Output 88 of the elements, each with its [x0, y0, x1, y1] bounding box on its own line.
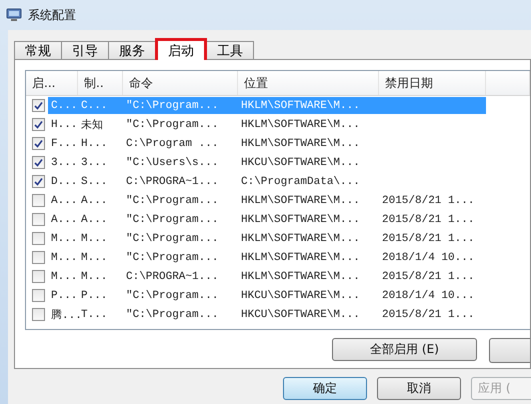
table-cell-text: "C:\Users\s...: [125, 156, 220, 170]
table-cell-text: HKLM\SOFTWARE\M...: [240, 118, 361, 132]
table-cell-text: HKLM\SOFTWARE\M...: [240, 212, 361, 228]
table-cell-text: 2015/8/21 1...: [381, 308, 476, 322]
tab[interactable]: 工具: [206, 41, 254, 60]
tab[interactable]: 常规: [14, 41, 62, 60]
table-cell-text: M...: [50, 232, 78, 246]
table-cell-text: HKCU\SOFTWARE\M...: [240, 156, 361, 170]
table-cell-text: M...: [80, 232, 108, 246]
table-cell-text: "C:\Program...: [125, 194, 220, 208]
checkbox[interactable]: [32, 232, 45, 245]
table-cell-text: "C:\Program...: [125, 250, 220, 266]
table-cell-text: M...: [80, 270, 108, 284]
checkbox[interactable]: [32, 118, 45, 131]
table-cell-text: 2015/8/21 1...: [381, 232, 476, 246]
checkbox[interactable]: [32, 270, 45, 283]
table-cell-text: A...: [80, 212, 108, 228]
table-cell-text: 2018/1/4 10...: [381, 250, 476, 266]
checkbox[interactable]: [32, 175, 45, 188]
column-header[interactable]: 制..: [78, 71, 123, 95]
checkmark-icon: [34, 101, 43, 110]
checkmark-icon: [34, 120, 43, 129]
table-cell: HKLM\SOFTWARE\M...: [238, 97, 379, 114]
table-cell-text: P...: [80, 288, 108, 304]
tab[interactable]: 服务: [108, 41, 156, 60]
table-cell-text: 腾...: [50, 308, 78, 323]
table-cell-text: A...: [50, 194, 78, 208]
table-cell-text: HKLM\SOFTWARE\M...: [240, 250, 361, 266]
table-cell: "C:\Program...: [123, 97, 238, 114]
table-cell-text: 3...: [50, 156, 78, 170]
checkmark-icon: [34, 158, 43, 167]
table-cell-text: 2015/8/21 1...: [381, 194, 476, 208]
table-cell-text: "C:\Program...: [125, 288, 220, 304]
table-cell-text: T...: [80, 308, 108, 322]
checkmark-icon: [34, 177, 43, 186]
table-cell-text: "C:\Program...: [125, 308, 220, 322]
table-cell-text: C:\PROGRA~1...: [125, 174, 220, 190]
tab[interactable]: 引导: [61, 41, 109, 60]
table-cell-text: F...: [50, 136, 78, 152]
table-cell-text: "C:\Program...: [125, 118, 220, 132]
computer-icon: [6, 8, 22, 22]
tab[interactable]: 启动: [155, 38, 207, 60]
table-cell-text: 2015/8/21 1...: [381, 270, 476, 284]
checkmark-icon: [34, 139, 43, 148]
table-cell-text: C:\ProgramData\...: [240, 174, 361, 190]
button[interactable]: [489, 338, 530, 363]
table-cell-text: A...: [80, 194, 108, 208]
window-title: 系统配置: [28, 6, 76, 24]
column-header[interactable]: 启...: [26, 71, 78, 95]
checkbox[interactable]: [32, 308, 45, 321]
table-cell-text: M...: [80, 250, 108, 266]
cancel-button[interactable]: 取消: [377, 377, 461, 400]
checkbox[interactable]: [32, 156, 45, 169]
table-cell-text: C:\Program ...: [125, 136, 220, 152]
table-cell-text: HKCU\SOFTWARE\M...: [240, 288, 361, 304]
table-cell: C...: [48, 97, 78, 114]
checkbox[interactable]: [32, 213, 45, 226]
table-cell-text: "C:\Program...: [125, 212, 220, 228]
table-cell-text: D...: [50, 174, 78, 190]
table-cell-text: 3...: [80, 156, 108, 170]
enable-all-button[interactable]: 全部启用 (E): [332, 338, 477, 361]
table-cell-text: HKLM\SOFTWARE\M...: [240, 136, 361, 152]
table-cell-text: 未知: [80, 118, 104, 133]
table-cell-text: HKCU\SOFTWARE\M...: [240, 308, 361, 322]
checkbox[interactable]: [32, 194, 45, 207]
column-header[interactable]: 位置: [238, 71, 379, 95]
table-cell: C...: [78, 97, 123, 114]
table-cell-text: H...: [80, 136, 108, 152]
table-cell-text: S...: [80, 174, 108, 190]
table-cell-text: P...: [50, 288, 78, 304]
table-cell-text: H...: [50, 118, 78, 132]
table-cell-text: "C:\Program...: [125, 232, 220, 246]
column-header[interactable]: 禁用日期: [379, 71, 486, 95]
column-header[interactable]: 命令: [123, 71, 238, 95]
table-cell-text: 2018/1/4 10...: [381, 288, 476, 304]
table-cell-text: A...: [50, 212, 78, 228]
checkbox[interactable]: [32, 99, 45, 112]
table-cell-text: HKLM\SOFTWARE\M...: [240, 270, 361, 284]
table-cell-text: HKLM\SOFTWARE\M...: [240, 232, 361, 246]
checkbox[interactable]: [32, 137, 45, 150]
table-cell-text: 2015/8/21 1...: [381, 212, 476, 228]
table-cell-text: C:\PROGRA~1...: [125, 270, 220, 284]
table-cell-text: M...: [50, 250, 78, 266]
checkbox[interactable]: [32, 289, 45, 302]
checkbox[interactable]: [32, 251, 45, 264]
table-cell-text: M...: [50, 270, 78, 284]
table-cell-text: HKLM\SOFTWARE\M...: [240, 194, 361, 208]
ok-button[interactable]: 确定: [283, 377, 367, 400]
